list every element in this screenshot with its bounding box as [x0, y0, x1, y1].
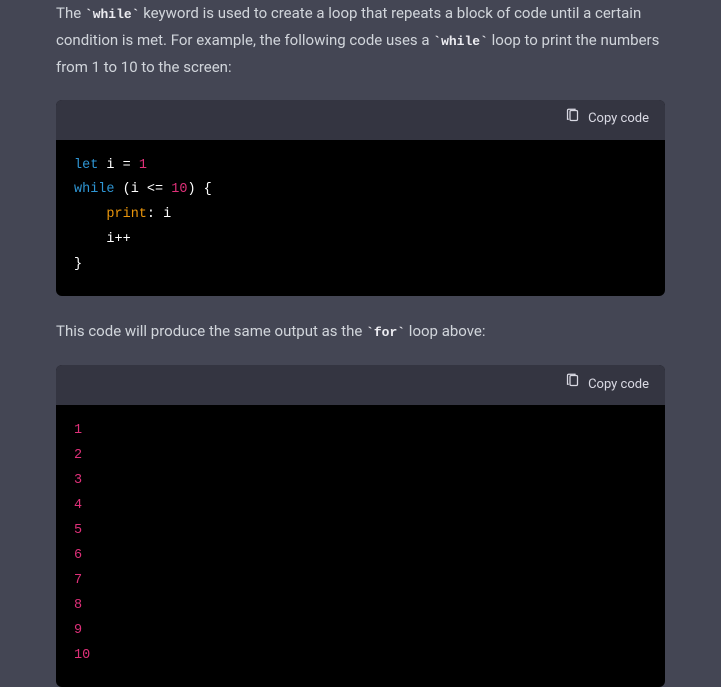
code-token — [74, 207, 106, 222]
output-line: 6 — [74, 548, 82, 563]
inline-code-while: `while` — [433, 34, 488, 49]
code-token: i++ — [106, 232, 130, 247]
code-body: let i = 1 while (i <= 10) { print: i i++… — [56, 140, 665, 297]
code-token: let — [74, 158, 98, 173]
copy-code-button[interactable]: Copy code — [565, 373, 649, 397]
code-token: 10 — [171, 182, 187, 197]
code-token: while — [74, 182, 115, 197]
inline-code-while: `while` — [85, 7, 140, 22]
code-block-while-example: Copy code let i = 1 while (i <= 10) { pr… — [56, 100, 665, 297]
output-line: 5 — [74, 523, 82, 538]
output-line: 7 — [74, 573, 82, 588]
text: This code will produce the same output a… — [56, 322, 366, 340]
text: loop above: — [405, 322, 485, 340]
copy-code-label: Copy code — [588, 374, 649, 397]
output-line: 3 — [74, 473, 82, 488]
output-line: 9 — [74, 623, 82, 638]
code-header: Copy code — [56, 365, 665, 405]
code-block-output: Copy code 1 2 3 4 5 6 7 8 9 10 — [56, 365, 665, 686]
code-token: } — [74, 257, 82, 272]
output-line: 10 — [74, 648, 90, 663]
output-line: 8 — [74, 598, 82, 613]
code-token: : i — [147, 207, 171, 222]
code-token — [74, 232, 106, 247]
code-token: 1 — [139, 158, 147, 173]
output-line: 1 — [74, 423, 82, 438]
clipboard-icon — [565, 373, 580, 397]
output-line: 2 — [74, 448, 82, 463]
code-body: 1 2 3 4 5 6 7 8 9 10 — [56, 405, 665, 687]
paragraph-output-intro: This code will produce the same output a… — [56, 318, 665, 345]
clipboard-icon — [565, 108, 580, 132]
code-header: Copy code — [56, 100, 665, 140]
output-line: 4 — [74, 498, 82, 513]
code-token: ) { — [187, 182, 211, 197]
inline-code-for: `for` — [366, 325, 405, 340]
copy-code-label: Copy code — [588, 108, 649, 131]
text: The — [56, 4, 85, 22]
code-token: print — [106, 207, 147, 222]
code-token: i = — [98, 158, 139, 173]
copy-code-button[interactable]: Copy code — [565, 108, 649, 132]
paragraph-while-intro: The `while` keyword is used to create a … — [56, 0, 665, 80]
code-token: (i <= — [115, 182, 172, 197]
